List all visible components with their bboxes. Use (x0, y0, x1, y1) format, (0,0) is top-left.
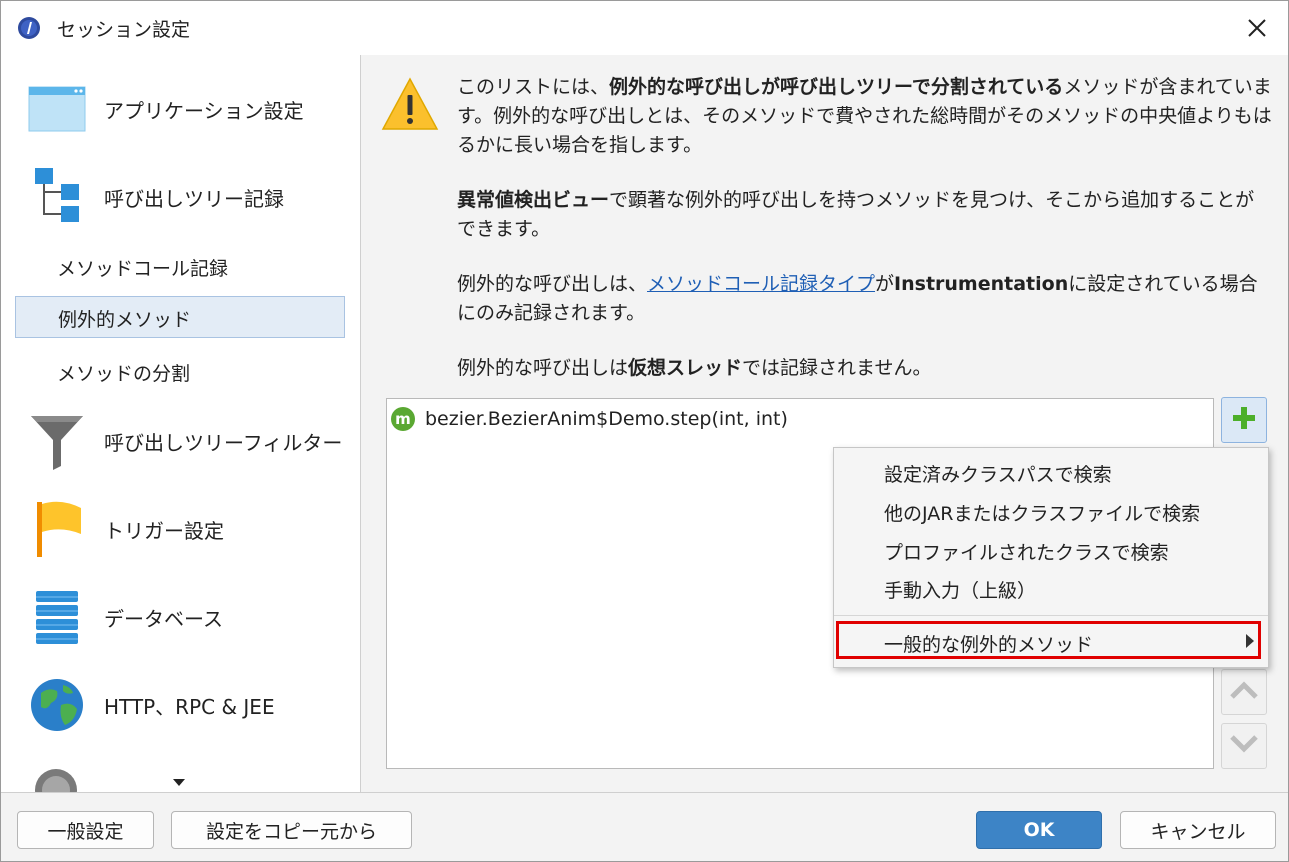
info-paragraph: このリストには、例外的な呼び出しが呼び出しツリーで分割されているメソッドが含まれ… (457, 76, 1272, 156)
globe-icon (27, 675, 87, 735)
sidebar-item-exceptional-methods[interactable]: 例外的メソッド (15, 296, 345, 338)
sidebar-item-label: メソッドコール記録 (57, 258, 229, 280)
menu-item-search-configured-classpath[interactable]: 設定済みクラスパスで検索 (884, 460, 1112, 487)
add-method-popup-menu: 設定済みクラスパスで検索 他のJARまたはクラスファイルで検索 プロファイルされ… (833, 447, 1269, 668)
title-bar: セッション設定 (1, 1, 1288, 55)
menu-item-common-exceptional-methods[interactable]: 一般的な例外的メソッド (884, 630, 1093, 657)
sidebar-item-database[interactable]: データベース (1, 587, 360, 649)
info-paragraph: 例外的な呼び出しは仮想スレッドでは記録されません。 (457, 357, 932, 379)
sidebar-item-method-call-recording[interactable]: メソッドコール記録 (15, 245, 345, 287)
list-item[interactable]: m bezier.BezierAnim$Demo.step(int, int) (391, 407, 788, 431)
sidebar-item-call-tree-recording[interactable]: 呼び出しツリー記録 (1, 165, 360, 227)
menu-item-manual-entry[interactable]: 手動入力（上級） (884, 576, 1036, 603)
sidebar-item-label: 例外的メソッド (58, 309, 192, 331)
sidebar-item-label: 呼び出しツリーフィルター (104, 431, 343, 455)
database-icon (27, 587, 87, 647)
warning-icon (381, 77, 439, 135)
window-title: セッション設定 (57, 19, 191, 41)
menu-separator (834, 615, 1268, 616)
sidebar-item-application-settings[interactable]: アプリケーション設定 (1, 79, 360, 139)
chevron-up-icon (1229, 680, 1259, 704)
button-bar: 一般設定 設定をコピー元から OK キャンセル (1, 792, 1288, 861)
sidebar-item-partial[interactable] (33, 767, 79, 792)
menu-item-search-profiled-classes[interactable]: プロファイルされたクラスで検索 (884, 538, 1169, 565)
info-paragraph: 異常値検出ビューで顕著な例外的呼び出しを持つメソッドを見つけ、そこから追加するこ… (457, 189, 1255, 240)
main-panel: このリストには、例外的な呼び出しが呼び出しツリーで分割されているメソッドが含まれ… (361, 55, 1288, 792)
sidebar-item-label: 呼び出しツリー記録 (104, 187, 284, 211)
move-up-button[interactable] (1221, 669, 1267, 715)
method-icon: m (391, 407, 415, 431)
ok-button[interactable]: OK (976, 811, 1102, 849)
info-paragraph: 例外的な呼び出しは、メソッドコール記録タイプがInstrumentationに設… (457, 273, 1258, 324)
sidebar-item-split-methods[interactable]: メソッドの分割 (15, 350, 345, 392)
sidebar-item-label: トリガー設定 (104, 519, 224, 543)
close-icon[interactable] (1240, 11, 1274, 45)
menu-item-search-other-jar[interactable]: 他のJARまたはクラスファイルで検索 (884, 499, 1200, 526)
add-button[interactable] (1221, 397, 1267, 443)
general-settings-button[interactable]: 一般設定 (17, 811, 154, 849)
submenu-arrow-icon (1246, 634, 1254, 648)
copy-settings-button[interactable]: 設定をコピー元から (171, 811, 412, 849)
method-name: bezier.BezierAnim$Demo.step(int, int) (425, 408, 788, 430)
cancel-button[interactable]: キャンセル (1120, 811, 1276, 849)
sidebar-item-call-tree-filter[interactable]: 呼び出しツリーフィルター (1, 411, 360, 473)
method-call-recording-type-link[interactable]: メソッドコール記録タイプ (647, 273, 875, 295)
application-window-icon (27, 79, 87, 139)
sidebar-item-label: アプリケーション設定 (104, 99, 304, 123)
call-tree-icon (27, 165, 87, 225)
sidebar-item-http-rpc-jee[interactable]: HTTP、RPC & JEE (1, 675, 360, 737)
scroll-down-icon[interactable] (173, 779, 185, 786)
chevron-down-icon (1229, 734, 1259, 758)
app-icon (17, 16, 41, 40)
sidebar-item-label: HTTP、RPC & JEE (104, 695, 275, 719)
move-down-button[interactable] (1221, 723, 1267, 769)
info-text: このリストには、例外的な呼び出しが呼び出しツリーで分割されているメソッドが含まれ… (457, 73, 1272, 409)
sidebar-item-label: メソッドの分割 (57, 363, 191, 385)
sidebar-item-label: データベース (104, 607, 223, 631)
plus-icon (1231, 405, 1257, 435)
session-settings-dialog: セッション設定 アプリケーション設定 呼び出しツリー記録 メソッドコール記録 例… (0, 0, 1289, 862)
sidebar-item-trigger-settings[interactable]: トリガー設定 (1, 499, 360, 561)
flag-icon (27, 499, 87, 559)
funnel-icon (27, 411, 87, 471)
sidebar: アプリケーション設定 呼び出しツリー記録 メソッドコール記録 例外的メソッド メ… (1, 55, 361, 792)
